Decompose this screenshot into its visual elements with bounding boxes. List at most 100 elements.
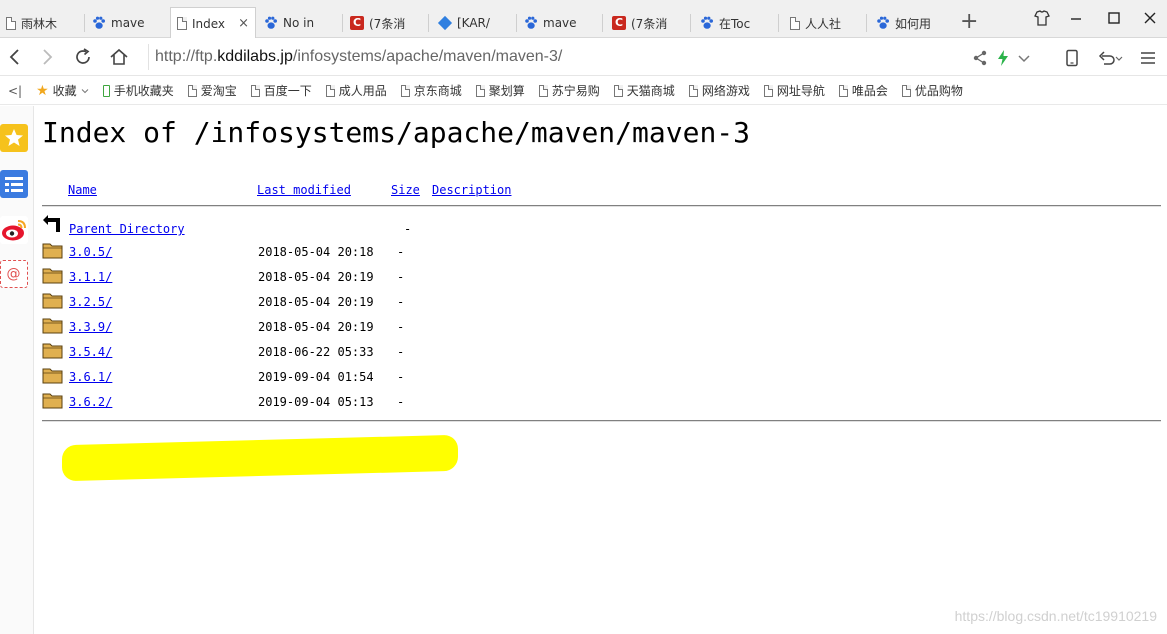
tab-7[interactable]: mave bbox=[518, 8, 602, 38]
row-size: - bbox=[397, 395, 405, 409]
watermark: https://blog.csdn.net/tc19910219 bbox=[954, 608, 1157, 624]
home-button[interactable] bbox=[108, 46, 130, 68]
menu-icon[interactable] bbox=[1138, 48, 1158, 68]
directory-link[interactable]: 3.6.1/ bbox=[69, 370, 112, 384]
bookmark-item[interactable]: 百度一下 bbox=[250, 82, 312, 99]
bookmark-item[interactable]: 苏宁易购 bbox=[538, 82, 600, 99]
chevron-down-icon bbox=[81, 88, 89, 93]
tablet-icon[interactable] bbox=[1062, 48, 1082, 68]
row-modified: 2018-06-22 05:33 bbox=[258, 345, 374, 359]
bookmark-item[interactable]: 唯品会 bbox=[838, 82, 888, 99]
bookmark-favorites[interactable]: ★ 收藏 bbox=[36, 82, 89, 99]
row-size: - bbox=[397, 320, 405, 334]
svg-text:@: @ bbox=[7, 266, 21, 282]
bookmark-item[interactable]: 京东商城 bbox=[400, 82, 462, 99]
parent-size: - bbox=[404, 222, 412, 236]
tab-4[interactable]: No in bbox=[258, 8, 342, 38]
folder-icon bbox=[42, 318, 63, 334]
tab-label: 雨林木 bbox=[21, 16, 58, 31]
bookmark-mobile-favorites[interactable]: 手机收藏夹 bbox=[102, 82, 174, 99]
directory-link[interactable]: 3.1.1/ bbox=[69, 270, 112, 284]
tab-8[interactable]: C (7条消 bbox=[606, 8, 690, 38]
bookmark-item[interactable]: 网络游戏 bbox=[688, 82, 750, 99]
baidu-paw-icon bbox=[265, 16, 277, 29]
maximize-icon[interactable] bbox=[1104, 8, 1124, 28]
tab-separator bbox=[866, 14, 867, 32]
url-host: kddilabs.jp bbox=[217, 48, 293, 65]
undo-dropdown-icon[interactable] bbox=[1114, 48, 1124, 68]
directory-link[interactable]: 3.6.2/ bbox=[69, 395, 112, 409]
folder-icon bbox=[42, 393, 63, 409]
tab-9[interactable]: 在Toc bbox=[694, 8, 778, 38]
tab-5[interactable]: C (7条消 bbox=[344, 8, 428, 38]
bookmark-label: 唯品会 bbox=[851, 84, 888, 98]
share-icon[interactable] bbox=[970, 48, 990, 68]
bookmark-label: 聚划算 bbox=[488, 84, 525, 98]
sidebar: @ bbox=[0, 106, 34, 634]
directory-link[interactable]: 3.5.4/ bbox=[69, 345, 112, 359]
tab-1[interactable]: 雨林木 bbox=[0, 8, 84, 38]
tab-close-icon[interactable]: × bbox=[238, 16, 249, 31]
directory-link[interactable]: 3.0.5/ bbox=[69, 245, 112, 259]
tab-6[interactable]: [KAR/ bbox=[432, 8, 516, 38]
minimize-icon[interactable] bbox=[1066, 8, 1086, 28]
bookmark-item[interactable]: 成人用品 bbox=[325, 82, 387, 99]
column-name-link[interactable]: Name bbox=[68, 183, 97, 197]
new-tab-button[interactable]: + bbox=[960, 10, 978, 34]
bookmark-item[interactable]: 优品购物 bbox=[901, 82, 963, 99]
page-icon bbox=[613, 84, 623, 97]
directory-link[interactable]: 3.2.5/ bbox=[69, 295, 112, 309]
column-size-link[interactable]: Size bbox=[391, 183, 420, 197]
row-modified: 2018-05-04 20:19 bbox=[258, 270, 374, 284]
sidebar-favorites-button[interactable] bbox=[0, 124, 28, 152]
tab-2[interactable]: mave bbox=[86, 8, 170, 38]
tab-10[interactable]: 人人社 bbox=[784, 8, 868, 38]
column-last-modified-link[interactable]: Last modified bbox=[257, 183, 351, 197]
row-size: - bbox=[397, 270, 405, 284]
undo-icon[interactable] bbox=[1096, 48, 1116, 68]
shirt-skin-icon[interactable] bbox=[1032, 8, 1052, 28]
directory-link[interactable]: 3.3.9/ bbox=[69, 320, 112, 334]
folder-icon bbox=[42, 343, 63, 359]
page-icon bbox=[250, 84, 260, 97]
column-description-link[interactable]: Description bbox=[432, 183, 511, 197]
lightning-icon[interactable] bbox=[993, 48, 1013, 68]
sidebar-toggle-icon[interactable]: <| bbox=[8, 84, 22, 98]
weibo-icon bbox=[2, 220, 26, 241]
folder-icon bbox=[42, 293, 63, 309]
back-button[interactable] bbox=[4, 46, 26, 68]
table-row: 3.1.1/ 2018-05-04 20:19 - bbox=[34, 266, 1167, 288]
forward-button[interactable] bbox=[36, 46, 58, 68]
page-icon bbox=[538, 84, 548, 97]
bookmark-item[interactable]: 爱淘宝 bbox=[187, 82, 237, 99]
bookmark-item[interactable]: 聚划算 bbox=[475, 82, 525, 99]
phone-icon bbox=[102, 84, 110, 97]
table-row-parent: Parent Directory - bbox=[34, 214, 1167, 236]
page-icon bbox=[187, 84, 197, 97]
page-title: Index of /infosystems/apache/maven/maven… bbox=[42, 116, 751, 149]
tab-separator bbox=[516, 14, 517, 32]
table-row: 3.3.9/ 2018-05-04 20:19 - bbox=[34, 316, 1167, 338]
tab-label: Index bbox=[192, 16, 226, 31]
address-bar[interactable]: http://ftp.kddilabs.jp/infosystems/apach… bbox=[148, 44, 1028, 70]
tab-3-active[interactable]: Index × bbox=[170, 7, 256, 39]
url-path: /infosystems/apache/maven/maven-3/ bbox=[292, 48, 563, 65]
reload-button[interactable] bbox=[72, 46, 94, 68]
row-size: - bbox=[397, 370, 405, 384]
chevron-down-icon[interactable] bbox=[1014, 48, 1034, 68]
sidebar-reader-button[interactable] bbox=[0, 170, 28, 198]
url-prefix: http://ftp. bbox=[155, 48, 218, 65]
bookmark-item[interactable]: 网址导航 bbox=[763, 82, 825, 99]
page-icon bbox=[475, 84, 485, 97]
tab-label: [KAR/ bbox=[457, 16, 490, 30]
parent-directory-link[interactable]: Parent Directory bbox=[69, 222, 185, 236]
star-icon: ★ bbox=[36, 82, 49, 99]
sidebar-mail-button[interactable]: @ bbox=[0, 260, 28, 288]
footer-divider bbox=[42, 420, 1161, 422]
close-window-icon[interactable] bbox=[1140, 8, 1160, 28]
sidebar-weibo-button[interactable] bbox=[0, 216, 28, 244]
bookmark-item[interactable]: 天猫商城 bbox=[613, 82, 675, 99]
tab-label: (7条消 bbox=[631, 16, 668, 31]
tab-11[interactable]: 如何用 bbox=[870, 8, 954, 38]
bookmark-label: 手机收藏夹 bbox=[113, 84, 174, 98]
